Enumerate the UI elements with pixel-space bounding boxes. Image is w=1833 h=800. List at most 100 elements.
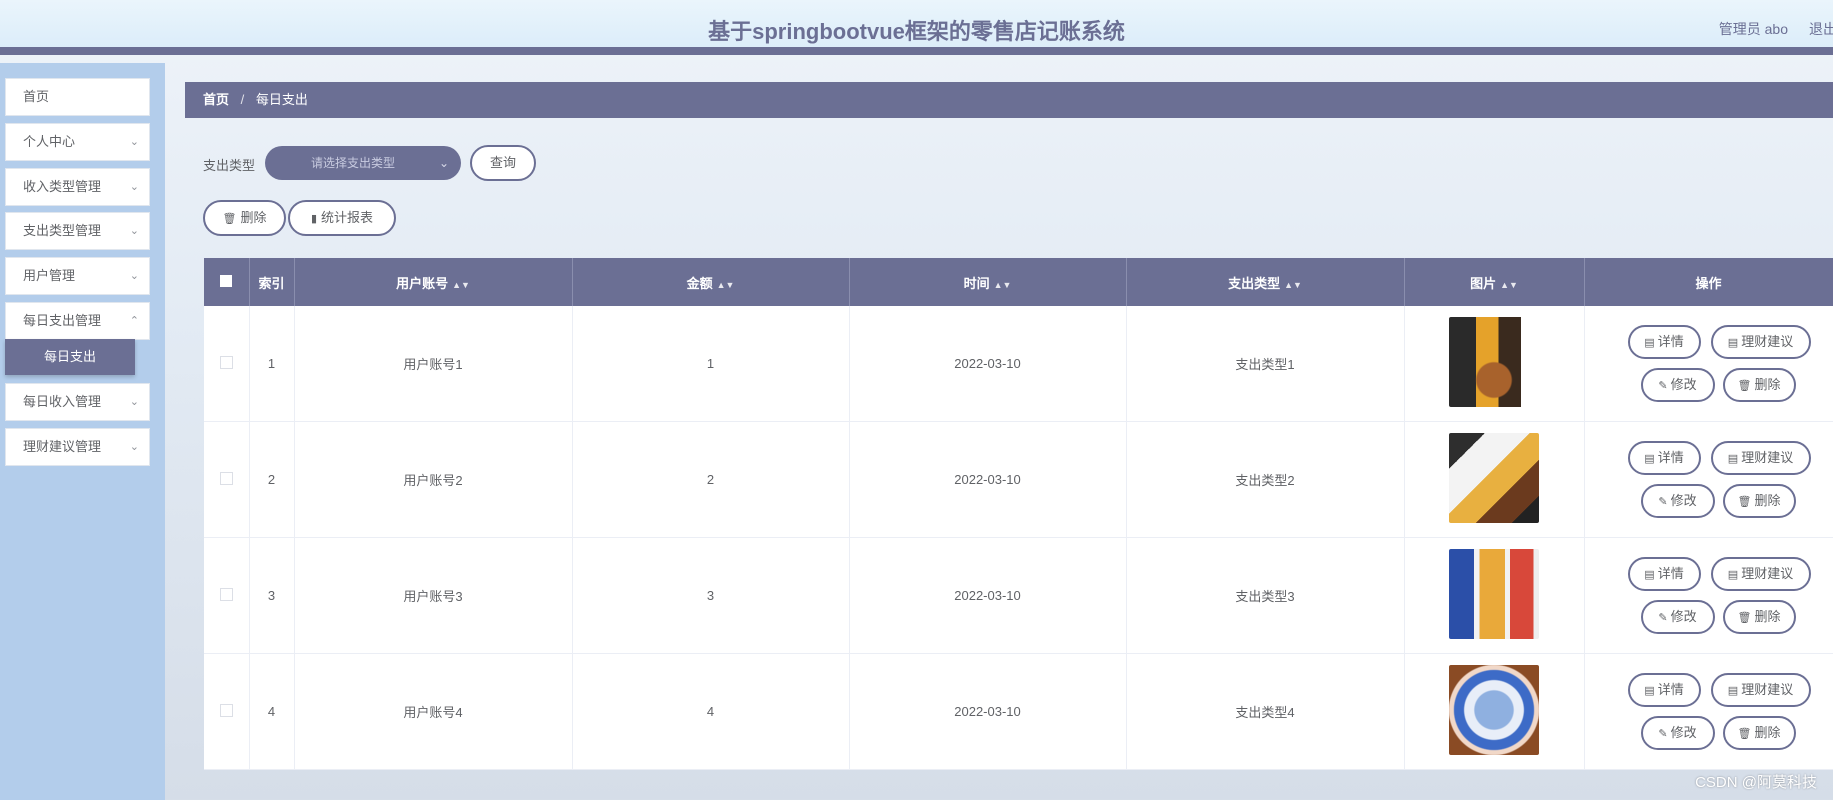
select-all-header[interactable] [204, 258, 250, 306]
cell-amount: 1 [572, 306, 850, 422]
detail-button[interactable]: ▤ 详情 [1627, 325, 1701, 359]
delete-button[interactable]: 🗑 删除 [1722, 368, 1796, 402]
expense-type-select[interactable]: 请选择支出类型 ⌄ [265, 146, 461, 180]
document-icon: ▤ [1644, 453, 1655, 465]
breadcrumb-home[interactable]: 首页 [203, 92, 229, 107]
sidebar-item-personal-center[interactable]: 个人中心 ⌄ [5, 123, 150, 161]
row-checkbox[interactable] [219, 471, 233, 485]
statistics-report-button[interactable]: ▮ 统计报表 [288, 200, 396, 236]
cell-account: 用户账号3 [294, 537, 573, 654]
bar-chart-icon: ▮ [310, 213, 318, 225]
chevron-down-icon: ⌄ [129, 396, 139, 408]
sort-icon[interactable]: ▲▼ [1500, 280, 1518, 290]
sidebar-item-finance-advice[interactable]: 理财建议管理 ⌄ [5, 428, 150, 466]
edit-button[interactable]: ✎ 修改 [1640, 716, 1715, 750]
sidebar-item-home[interactable]: 首页 [5, 78, 150, 116]
advice-label: 理财建议 [1741, 450, 1794, 465]
sidebar-subitem-daily-expense[interactable]: 每日支出 [5, 339, 135, 375]
expense-image-thumbnail[interactable] [1449, 665, 1539, 755]
row-actions: ▤ 详情 ▤ 理财建议 ✎ 修改 🗑 删除 [1585, 654, 1833, 769]
sidebar-item-users[interactable]: 用户管理 ⌄ [5, 257, 150, 295]
row-checkbox[interactable] [219, 587, 233, 601]
document-icon: ▤ [1727, 337, 1739, 349]
chevron-down-icon: ⌄ [129, 225, 139, 237]
sidebar-item-label: 用户管理 [23, 268, 76, 283]
cell-amount: 2 [572, 421, 850, 538]
pencil-icon: ✎ [1658, 380, 1668, 392]
delete-label: 删除 [1754, 725, 1781, 740]
cell-time: 2022-03-10 [849, 537, 1127, 654]
delete-label: 删除 [1754, 493, 1781, 508]
col-amount[interactable]: 金额 ▲▼ [572, 258, 850, 306]
breadcrumb-current: 每日支出 [255, 92, 308, 107]
document-icon: ▤ [1727, 685, 1739, 697]
row-actions: ▤ 详情 ▤ 理财建议 ✎ 修改 🗑 删除 [1585, 306, 1833, 421]
row-checkbox[interactable] [219, 355, 233, 369]
expense-image-thumbnail[interactable] [1449, 549, 1539, 639]
sidebar-item-label: 首页 [23, 89, 50, 104]
detail-button[interactable]: ▤ 详情 [1627, 557, 1701, 591]
sidebar-item-label: 收入类型管理 [23, 179, 102, 194]
advice-label: 理财建议 [1741, 566, 1794, 581]
sidebar-item-income-type[interactable]: 收入类型管理 ⌄ [5, 168, 150, 206]
finance-advice-button[interactable]: ▤ 理财建议 [1710, 325, 1811, 359]
delete-button[interactable]: 🗑 删除 [1722, 484, 1796, 518]
edit-button[interactable]: ✎ 修改 [1640, 600, 1715, 634]
batch-delete-button[interactable]: 🗑 删除 [203, 200, 286, 236]
current-user: 管理员 abo [1718, 21, 1788, 37]
sort-icon[interactable]: ▲▼ [717, 280, 735, 290]
cell-type: 支出类型1 [1126, 306, 1405, 422]
breadcrumb-separator: / [240, 92, 245, 107]
breadcrumb: 首页 / 每日支出 [185, 82, 1833, 118]
sort-icon[interactable]: ▲▼ [452, 280, 470, 290]
col-time[interactable]: 时间 ▲▼ [849, 258, 1127, 306]
col-image[interactable]: 图片 ▲▼ [1404, 258, 1585, 306]
expense-image-thumbnail[interactable] [1449, 433, 1539, 523]
sort-icon[interactable]: ▲▼ [1284, 280, 1302, 290]
delete-button[interactable]: 🗑 删除 [1722, 716, 1796, 750]
detail-label: 详情 [1657, 566, 1684, 581]
edit-label: 修改 [1670, 725, 1697, 740]
cell-index: 4 [249, 653, 295, 770]
edit-label: 修改 [1670, 493, 1697, 508]
row-actions: ▤ 详情 ▤ 理财建议 ✎ 修改 🗑 删除 [1585, 422, 1833, 537]
query-button[interactable]: 查询 [470, 145, 536, 181]
document-icon: ▤ [1727, 569, 1739, 581]
detail-button[interactable]: ▤ 详情 [1627, 673, 1701, 707]
finance-advice-button[interactable]: ▤ 理财建议 [1710, 673, 1811, 707]
col-type-label: 支出类型 [1228, 275, 1281, 291]
trash-icon: 🗑 [222, 213, 237, 225]
edit-label: 修改 [1670, 609, 1697, 624]
chevron-down-icon: ⌄ [129, 270, 139, 282]
table-row: 1 用户账号1 1 2022-03-10 支出类型1 ▤ 详情 ▤ 理财建议 ✎ 修改… [204, 306, 1833, 422]
delete-label: 删除 [1754, 609, 1781, 624]
edit-button[interactable]: ✎ 修改 [1640, 368, 1715, 402]
advice-label: 理财建议 [1741, 334, 1794, 349]
col-type[interactable]: 支出类型 ▲▼ [1126, 258, 1405, 306]
pencil-icon: ✎ [1658, 612, 1668, 624]
sidebar-item-daily-income[interactable]: 每日收入管理 ⌄ [5, 383, 150, 421]
cell-account: 用户账号2 [294, 421, 573, 538]
select-all-checkbox[interactable] [220, 274, 233, 287]
trash-icon: 🗑 [1737, 496, 1752, 508]
edit-label: 修改 [1670, 377, 1697, 392]
finance-advice-button[interactable]: ▤ 理财建议 [1710, 441, 1811, 475]
table-row: 3 用户账号3 3 2022-03-10 支出类型3 ▤ 详情 ▤ 理财建议 ✎ 修改… [204, 537, 1833, 654]
row-checkbox[interactable] [219, 703, 233, 717]
filter-label: 支出类型 [203, 158, 256, 173]
sort-icon[interactable]: ▲▼ [994, 280, 1012, 290]
logout-link[interactable]: 退出 [1809, 19, 1833, 39]
delete-button[interactable]: 🗑 删除 [1722, 600, 1796, 634]
select-placeholder: 请选择支出类型 [311, 156, 396, 170]
finance-advice-button[interactable]: ▤ 理财建议 [1710, 557, 1811, 591]
sidebar-item-daily-expense[interactable]: 每日支出管理 ⌃ [5, 302, 150, 340]
cell-index: 2 [249, 421, 295, 538]
document-icon: ▤ [1644, 337, 1655, 349]
sidebar-item-expense-type[interactable]: 支出类型管理 ⌄ [5, 212, 150, 250]
statistics-report-label: 统计报表 [321, 210, 374, 225]
detail-button[interactable]: ▤ 详情 [1627, 441, 1701, 475]
expense-image-thumbnail[interactable] [1449, 317, 1539, 407]
document-icon: ▤ [1644, 685, 1655, 697]
col-account[interactable]: 用户账号 ▲▼ [294, 258, 573, 306]
edit-button[interactable]: ✎ 修改 [1640, 484, 1715, 518]
